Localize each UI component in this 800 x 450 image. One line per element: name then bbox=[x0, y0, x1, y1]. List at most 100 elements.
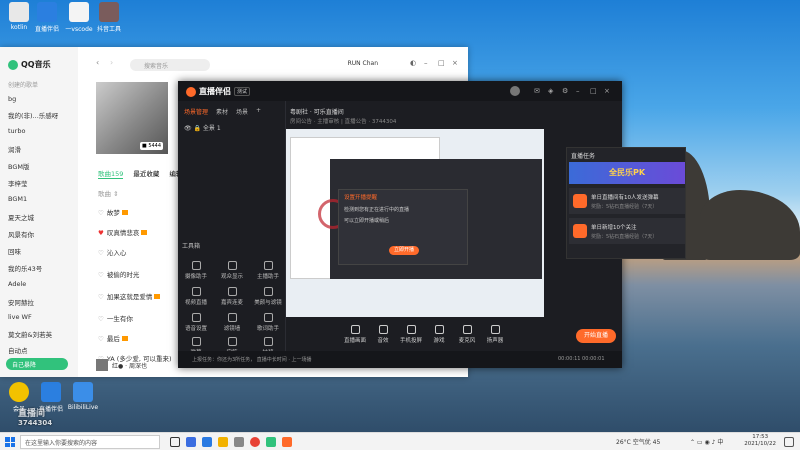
forward-icon[interactable]: › bbox=[110, 58, 113, 67]
sidebar-item[interactable]: 安阿赫拉 bbox=[8, 297, 72, 307]
task-item[interactable]: 单日直播间有10人发送弹幕 奖励：5钻石直播经验（7天） bbox=[569, 188, 685, 214]
sidebar-item[interactable]: 风景有你 bbox=[8, 229, 72, 239]
edge-icon[interactable] bbox=[202, 437, 212, 447]
back-icon[interactable]: ‹ bbox=[96, 58, 99, 67]
sidebar-item[interactable]: turbo bbox=[8, 127, 72, 135]
now-playing-cover[interactable] bbox=[96, 359, 108, 371]
tool-button[interactable]: 歌词助手 bbox=[252, 313, 284, 332]
desktop-icon-live[interactable]: 直播伴侣 bbox=[30, 2, 64, 33]
song-row[interactable]: ♡ 被偷的时光 bbox=[98, 269, 178, 279]
playlist-cover[interactable]: ■ 5444 bbox=[96, 82, 168, 154]
close-icon[interactable]: × bbox=[604, 87, 610, 95]
heart-icon[interactable]: ♡ bbox=[98, 271, 104, 279]
settings-icon[interactable]: ⚙ bbox=[562, 87, 568, 95]
now-playing-title: 红● · 周深也 bbox=[112, 363, 147, 370]
tool-button[interactable]: 嘉宾连麦 bbox=[216, 287, 248, 306]
heart-icon[interactable]: ♥ bbox=[98, 229, 104, 237]
tool-button[interactable]: 观众显示 bbox=[216, 261, 248, 280]
desktop-icon-vscode[interactable]: 一vscode bbox=[62, 2, 96, 33]
song-row[interactable]: ♥ 叹真情悲哀 bbox=[98, 227, 178, 237]
app-taskbar-icon[interactable] bbox=[234, 437, 244, 447]
heart-icon[interactable]: ♡ bbox=[98, 209, 104, 217]
gift-icon[interactable]: ◈ bbox=[548, 87, 553, 95]
song-row[interactable]: ♡ 沁入心 bbox=[98, 247, 178, 257]
room-title: 粤剧社 · 可乐直播间 bbox=[290, 109, 344, 116]
pk-banner[interactable]: 全民乐PK bbox=[569, 162, 685, 184]
status-timer: 00:00:11 00:00:01 bbox=[558, 356, 605, 362]
desktop-icon-bilibili[interactable]: BilibiliLive bbox=[66, 382, 100, 411]
desktop-icon-douyin[interactable]: 抖音工具 bbox=[92, 2, 126, 33]
dialog-start-button[interactable]: 立即开播 bbox=[389, 246, 419, 255]
heart-icon[interactable]: ♡ bbox=[98, 315, 104, 323]
maximize-icon[interactable]: □ bbox=[590, 87, 597, 95]
qq-cta-button[interactable]: 自己暴降 bbox=[6, 358, 68, 370]
sidebar-item[interactable]: 夏天之城 bbox=[8, 212, 72, 222]
sidebar-item[interactable]: 我的乐43号 bbox=[8, 263, 72, 273]
heart-icon[interactable]: ♡ bbox=[98, 335, 104, 343]
bottom-tool[interactable]: 音效 bbox=[368, 325, 398, 344]
qq-user-name[interactable]: RUN Chan bbox=[348, 60, 378, 67]
app-taskbar-icon[interactable] bbox=[186, 437, 196, 447]
fire-icon bbox=[573, 194, 587, 208]
sidebar-item[interactable]: BGM1 bbox=[8, 195, 72, 203]
sidebar-item[interactable]: 润滑 bbox=[8, 144, 72, 154]
tool-button[interactable]: 滤镜墙 bbox=[216, 313, 248, 332]
scene-item[interactable]: 👁 🔒 全景 1 bbox=[184, 123, 221, 132]
song-row[interactable]: ♡ 最后 bbox=[98, 333, 178, 343]
bottom-tool[interactable]: 游戏 bbox=[424, 325, 454, 344]
tray-icons[interactable]: ⌃ ▭ ◉ ♪ 中 bbox=[690, 437, 723, 446]
live-companion-taskbar-icon[interactable] bbox=[282, 437, 292, 447]
tool-button[interactable]: 美颜与滤镜 bbox=[252, 287, 284, 306]
maximize-icon[interactable]: □ bbox=[438, 59, 446, 67]
avatar[interactable] bbox=[510, 86, 520, 96]
message-icon[interactable]: ✉ bbox=[534, 87, 540, 95]
song-row[interactable]: ♡ 加果这就是爱情 bbox=[98, 291, 178, 301]
song-row[interactable]: ♡ 一生有你 bbox=[98, 313, 178, 323]
qq-music-taskbar-icon[interactable] bbox=[266, 437, 276, 447]
task-item[interactable]: 单日新增10个关注 奖励：5钻石直播经验（7天） bbox=[569, 218, 685, 244]
tool-button[interactable]: 摄像助手 bbox=[180, 261, 212, 280]
taskbar-clock[interactable]: 17:53 2021/10/22 bbox=[744, 434, 776, 448]
windows-start-icon[interactable] bbox=[5, 437, 15, 447]
tab-scene[interactable]: 场景管理 bbox=[184, 107, 208, 116]
sidebar-item[interactable]: bg bbox=[8, 95, 72, 103]
sidebar-item[interactable]: 回味 bbox=[8, 246, 72, 256]
tool-button[interactable]: 主播助手 bbox=[252, 261, 284, 280]
sidebar-item[interactable]: 李梓莹 bbox=[8, 178, 72, 188]
sidebar-item[interactable]: 莫文蔚&刘若英 bbox=[8, 329, 72, 339]
tab-recent[interactable]: 最近收藏 bbox=[133, 168, 159, 179]
bottom-tool[interactable]: 直播画面 bbox=[340, 325, 370, 344]
qq-search-input[interactable]: 搜索音乐 bbox=[130, 59, 210, 71]
bottom-tool[interactable]: 手机投屏 bbox=[396, 325, 426, 344]
task-view-icon[interactable] bbox=[170, 437, 180, 447]
song-row[interactable]: ♡ 故梦 bbox=[98, 207, 178, 217]
folder-icon[interactable] bbox=[218, 437, 228, 447]
live-preview[interactable]: 设置开播提醒 检测到您有正在进行中的直播 可以立即开播或稍后 立即开播 bbox=[286, 129, 544, 317]
sidebar-item[interactable]: BGM版 bbox=[8, 161, 72, 171]
tab-songs[interactable]: 歌曲159 bbox=[98, 168, 124, 179]
song-list-header[interactable]: 歌曲 ⇕ bbox=[98, 188, 178, 198]
minimize-icon[interactable]: – bbox=[424, 59, 432, 67]
heart-icon[interactable]: ♡ bbox=[98, 249, 104, 257]
minimize-icon[interactable]: – bbox=[576, 87, 580, 95]
sidebar-item[interactable]: live WF bbox=[8, 313, 72, 321]
close-icon[interactable]: × bbox=[452, 59, 460, 67]
start-live-button[interactable]: 开始直播 bbox=[576, 329, 616, 343]
bottom-tool[interactable]: 扬声器 bbox=[480, 325, 510, 344]
chrome-icon[interactable] bbox=[250, 437, 260, 447]
tool-button[interactable]: 视频直播 bbox=[180, 287, 212, 306]
weather-text[interactable]: 26°C 空气优 45 bbox=[616, 437, 660, 446]
tab-scenes[interactable]: 场景 bbox=[236, 107, 248, 116]
sidebar-item[interactable]: 自动点 bbox=[8, 345, 72, 355]
tab-material[interactable]: 素材 bbox=[216, 107, 228, 116]
qq-sidebar: QQ音乐 创建的歌单 bg 我的(非)...乐感呀 turbo 润滑 BGM版 … bbox=[0, 47, 78, 377]
tool-button[interactable]: 语音设置 bbox=[180, 313, 212, 332]
heart-icon[interactable]: ♡ bbox=[98, 293, 104, 301]
bottom-tool[interactable]: 麦克风 bbox=[452, 325, 482, 344]
notification-icon[interactable] bbox=[784, 437, 794, 447]
sidebar-item[interactable]: Adele bbox=[8, 280, 72, 288]
taskbar-search-input[interactable]: 在这里输入你要搜索的内容 bbox=[20, 435, 160, 449]
add-icon[interactable]: + bbox=[256, 107, 261, 116]
sidebar-item[interactable]: 我的(非)...乐感呀 bbox=[8, 110, 72, 120]
skin-icon[interactable]: ◐ bbox=[410, 59, 418, 67]
